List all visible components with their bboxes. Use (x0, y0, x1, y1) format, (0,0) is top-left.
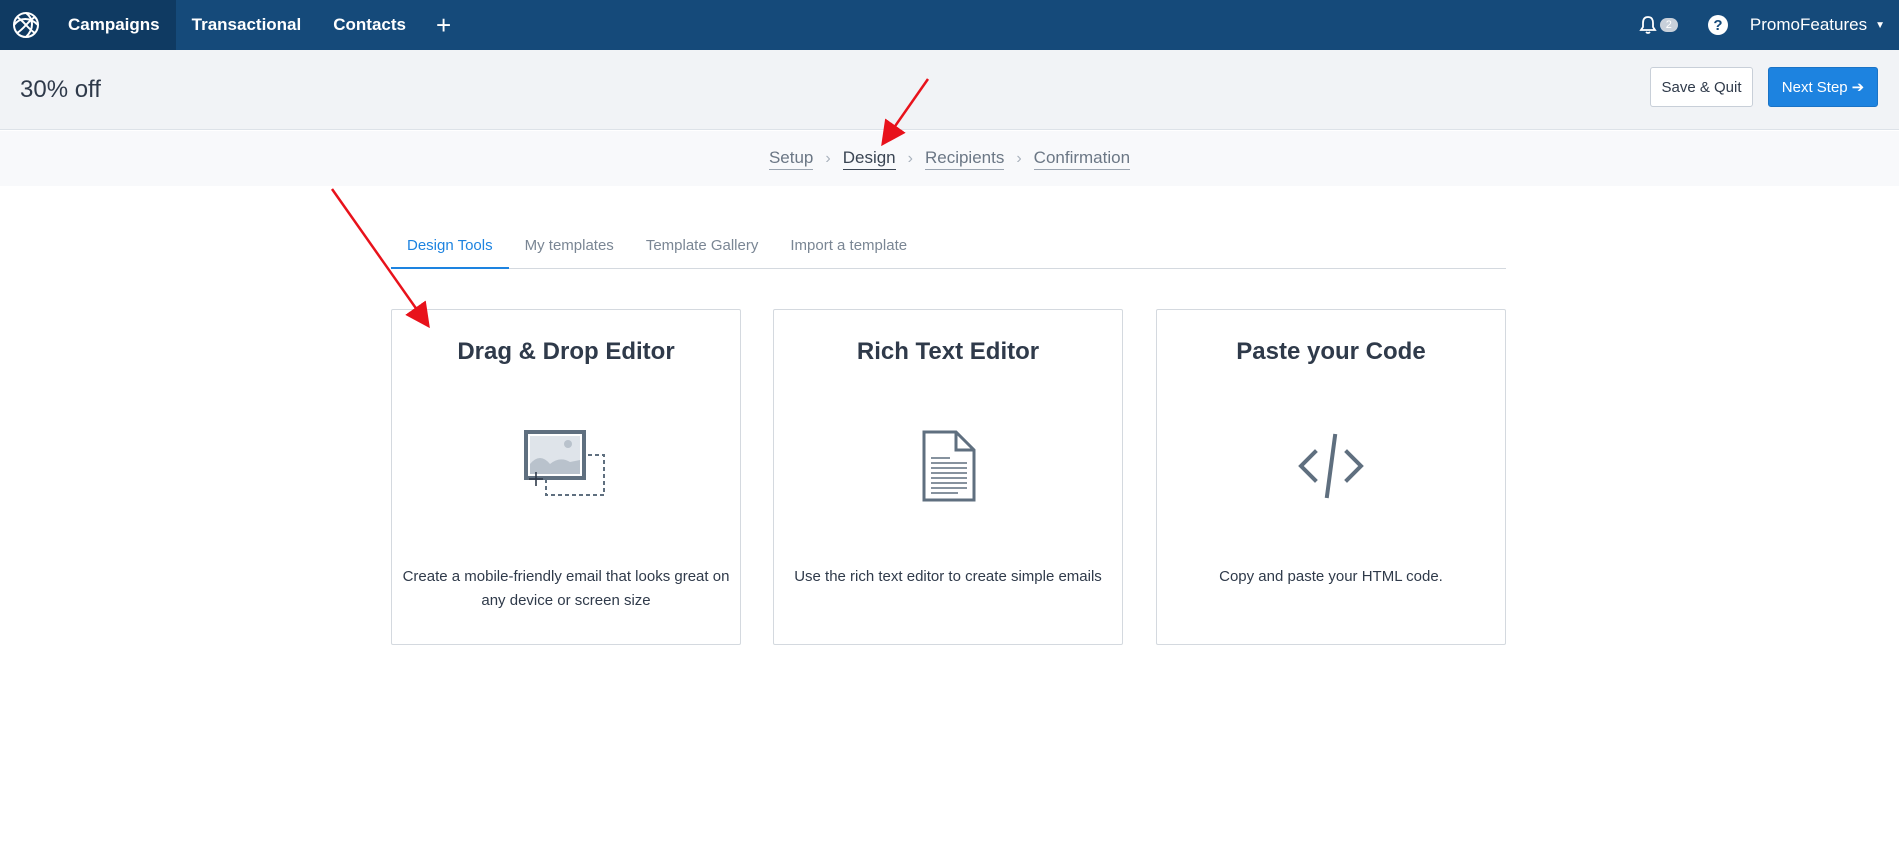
tab-import-template[interactable]: Import a template (774, 233, 923, 269)
notification-count-badge: 2 (1659, 18, 1678, 32)
card-description: Create a mobile-friendly email that look… (402, 568, 730, 609)
card-title: Drag & Drop Editor (457, 338, 675, 365)
nav-right-group: 2 ? PromoFeatures ▼ (1638, 0, 1899, 50)
campaign-header: 30% off Save & Quit Next Step ➔ (0, 50, 1899, 130)
step-confirmation[interactable]: Confirmation (1033, 148, 1131, 170)
chevron-right-icon: › (825, 149, 831, 167)
logo[interactable] (0, 0, 52, 50)
card-title: Rich Text Editor (856, 338, 1040, 365)
bell-icon (1639, 16, 1657, 34)
card-description: Copy and paste your HTML code. (1219, 568, 1443, 585)
chevron-right-icon: › (1016, 149, 1022, 167)
design-tabs: Design Tools My templates Template Galle… (391, 233, 1506, 269)
nav-item-transactional[interactable]: Transactional (176, 0, 318, 50)
document-icon (774, 430, 1122, 502)
tab-my-templates[interactable]: My templates (509, 233, 630, 269)
rich-text-editor-card[interactable]: Rich Text Editor Use the rich text edito… (773, 309, 1123, 645)
account-menu[interactable]: PromoFeatures ▼ (1750, 15, 1885, 35)
nav-item-contacts[interactable]: Contacts (317, 0, 422, 50)
drag-drop-image-icon (392, 430, 740, 500)
caret-down-icon: ▼ (1875, 19, 1885, 31)
notifications-button[interactable]: 2 (1638, 15, 1678, 35)
paste-code-card[interactable]: Paste your Code Copy and paste your HTML… (1156, 309, 1506, 645)
add-nav-button[interactable]: + (422, 0, 465, 50)
step-setup[interactable]: Setup (768, 148, 814, 170)
logo-icon (13, 12, 39, 38)
save-and-quit-button[interactable]: Save & Quit (1650, 67, 1753, 107)
help-icon[interactable]: ? (1707, 15, 1728, 35)
nav-item-campaigns[interactable]: Campaigns (52, 0, 176, 50)
next-step-label: Next Step (1781, 78, 1848, 96)
step-recipients[interactable]: Recipients (924, 148, 1005, 170)
arrow-right-icon: ➔ (1851, 79, 1865, 96)
account-name: PromoFeatures (1749, 15, 1868, 34)
code-icon (1157, 430, 1505, 502)
next-step-button[interactable]: Next Step ➔ (1768, 67, 1878, 107)
page-title: 30% off (20, 76, 101, 103)
step-breadcrumb: Setup › Design › Recipients › Confirmati… (0, 131, 1899, 186)
card-description: Use the rich text editor to create simpl… (794, 568, 1102, 585)
step-design[interactable]: Design (842, 148, 896, 170)
chevron-right-icon: › (907, 149, 913, 167)
top-navigation-bar: Campaigns Transactional Contacts + 2 ? P… (0, 0, 1899, 50)
tab-template-gallery[interactable]: Template Gallery (630, 233, 775, 269)
card-title: Paste your Code (1236, 338, 1426, 365)
tab-design-tools[interactable]: Design Tools (391, 233, 509, 269)
drag-drop-editor-card[interactable]: Drag & Drop Editor Create a mobile-frien… (391, 309, 741, 645)
